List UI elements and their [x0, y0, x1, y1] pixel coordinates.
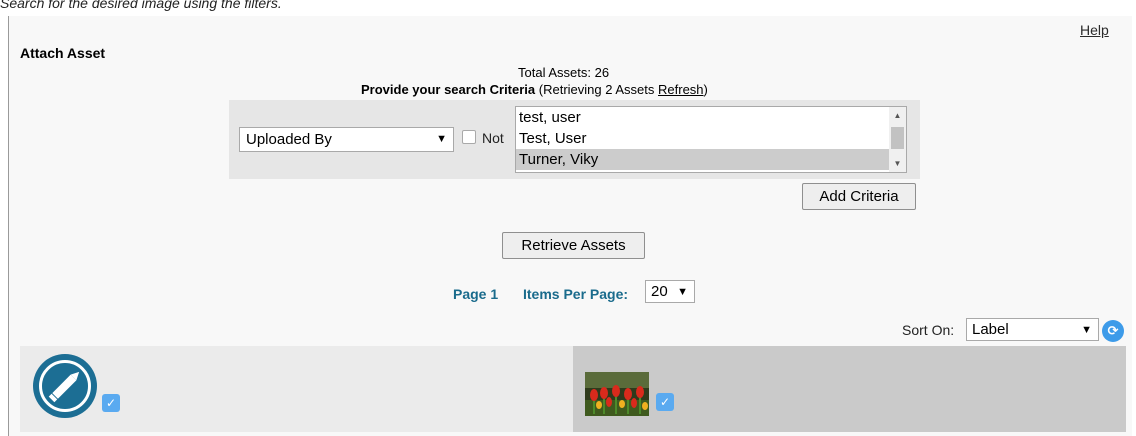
retrieving-close: )	[703, 82, 708, 97]
dropdown-arrow-icon: ▼	[677, 286, 688, 298]
edit-pencil-icon[interactable]	[33, 354, 97, 418]
criteria-prompt-bold: Criteria	[489, 82, 536, 97]
criteria-field-value: Uploaded By	[246, 131, 332, 148]
not-checkbox[interactable]	[462, 130, 476, 144]
add-criteria-button[interactable]: Add Criteria	[802, 183, 916, 210]
asset-select-checkbox[interactable]: ✓	[102, 394, 120, 412]
asset-tile[interactable]: ✓	[20, 346, 573, 432]
sort-label: Sort On:	[902, 322, 955, 338]
criteria-value-option-selected[interactable]: Turner, Viky	[516, 149, 889, 170]
scrollbar-thumb[interactable]	[891, 127, 904, 149]
not-label: Not	[482, 130, 504, 146]
sort-select[interactable]: Label ▼	[966, 318, 1099, 341]
asset-tile[interactable]: ✓	[573, 346, 1126, 432]
criteria-field-select[interactable]: Uploaded By ▼	[239, 127, 454, 152]
page-title: Attach Asset	[20, 45, 106, 61]
criteria-values-list[interactable]: test, user Test, User Turner, Viky ▲ ▼	[515, 106, 907, 173]
criteria-value-option[interactable]: test, user	[516, 107, 889, 128]
tulips-thumbnail[interactable]	[585, 372, 649, 416]
help-link[interactable]: Help	[1080, 22, 1109, 38]
refresh-link[interactable]: Refresh	[658, 82, 704, 97]
dropdown-arrow-icon: ▼	[436, 133, 447, 145]
criteria-prompt-prefix: Provide your search	[361, 82, 486, 97]
criteria-value-option[interactable]: Test, User	[516, 128, 889, 149]
sort-refresh-icon[interactable]: ⟳	[1102, 320, 1124, 342]
page-indicator: Page 1	[453, 286, 499, 302]
total-assets-count: Total Assets: 26	[518, 65, 610, 80]
criteria-prompt: Provide your search Criteria (Retrieving…	[361, 82, 708, 97]
retrieving-count: (Retrieving 2 Assets	[538, 82, 655, 97]
values-scrollbar[interactable]: ▲ ▼	[889, 107, 906, 172]
instruction-text: Search for the desired image using the f…	[0, 0, 282, 11]
items-per-page-label: Items Per Page:	[523, 286, 629, 302]
items-per-page-select[interactable]: 20 ▼	[645, 280, 695, 303]
retrieve-assets-button[interactable]: Retrieve Assets	[502, 232, 645, 259]
scroll-down-arrow-icon[interactable]: ▼	[889, 155, 906, 172]
scroll-up-arrow-icon[interactable]: ▲	[889, 107, 906, 124]
asset-select-checkbox[interactable]: ✓	[656, 393, 674, 411]
sort-value: Label	[972, 321, 1009, 338]
dropdown-arrow-icon: ▼	[1081, 324, 1092, 336]
items-per-page-value: 20	[651, 283, 668, 300]
